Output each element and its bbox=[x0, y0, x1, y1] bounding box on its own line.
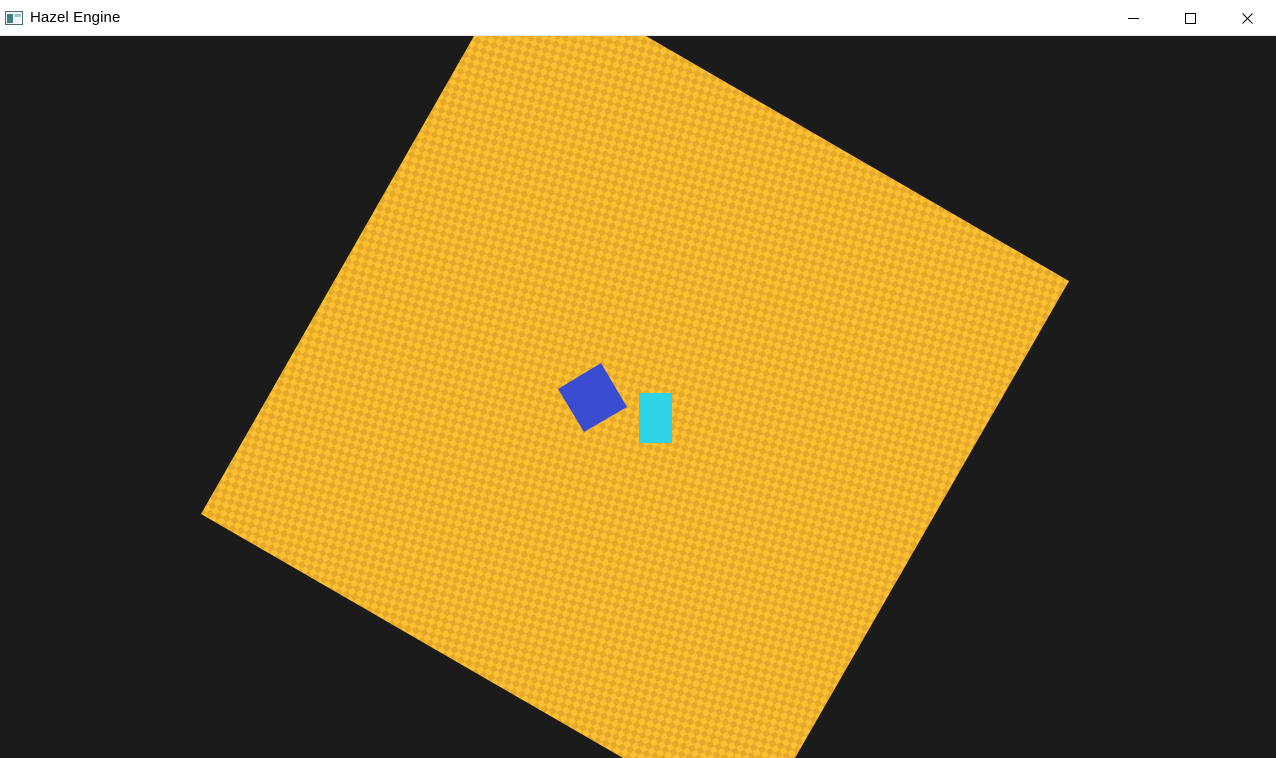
minimize-icon bbox=[1128, 17, 1139, 19]
window-title: Hazel Engine bbox=[30, 9, 121, 26]
scene-canvas bbox=[0, 36, 1276, 758]
close-icon bbox=[1242, 12, 1253, 24]
maximize-icon bbox=[1185, 12, 1196, 24]
cyan-quad bbox=[639, 393, 672, 443]
minimize-button[interactable] bbox=[1105, 0, 1162, 36]
title-bar[interactable]: Hazel Engine bbox=[0, 0, 1276, 36]
maximize-button[interactable] bbox=[1162, 0, 1219, 36]
close-button[interactable] bbox=[1219, 0, 1276, 36]
render-viewport[interactable] bbox=[0, 36, 1276, 758]
app-window-icon bbox=[5, 10, 23, 25]
hazel-engine-window: Hazel Engine bbox=[0, 0, 1276, 758]
window-controls bbox=[1105, 0, 1276, 36]
